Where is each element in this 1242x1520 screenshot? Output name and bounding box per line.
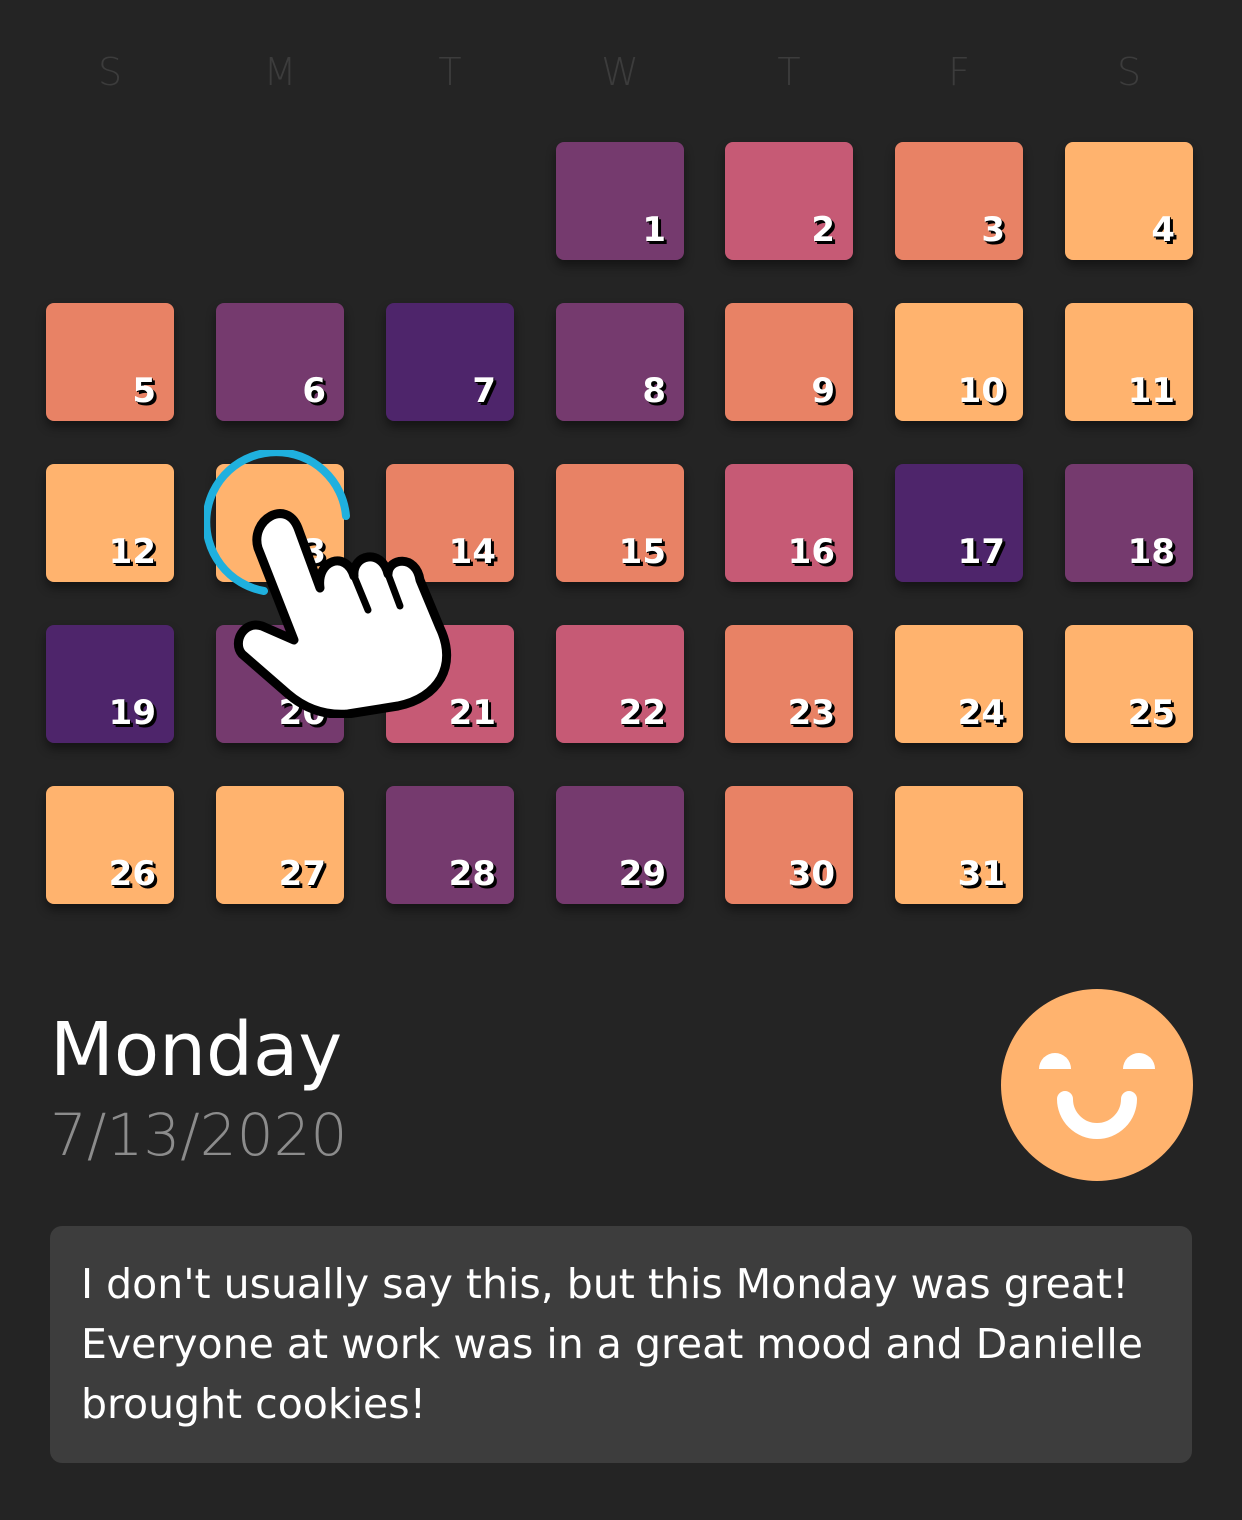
calendar-day[interactable]: 1 [556,142,684,260]
calendar-day-number: 23 [787,693,835,733]
calendar-day[interactable]: 8 [556,303,684,421]
calendar-day[interactable]: 25 [1065,625,1193,743]
calendar-day[interactable]: 29 [556,786,684,904]
calendar-day-number: 1 [642,210,666,250]
calendar-day-number: 7 [472,371,496,411]
calendar-day-number: 11 [1127,371,1175,411]
weekday-label: T [438,50,462,94]
weekday-label: S [1116,50,1142,94]
calendar-day-number: 15 [618,532,666,572]
calendar-day-selected[interactable]: 13 [216,464,344,582]
calendar-day[interactable]: 4 [1065,142,1193,260]
calendar-day-number: 17 [957,532,1005,572]
calendar-day-number: 31 [957,854,1005,894]
calendar-day-number: 12 [108,532,156,572]
weekday-label: S [97,50,123,94]
calendar-day-number: 9 [811,371,835,411]
smiling-face-icon[interactable] [1001,989,1193,1181]
calendar-day[interactable]: 10 [895,303,1023,421]
calendar-day-number: 6 [302,371,326,411]
weekday-label: T [777,50,801,94]
weekday-label: F [948,50,970,94]
calendar-day-number: 10 [957,371,1005,411]
calendar-day[interactable]: 31 [895,786,1023,904]
calendar-day[interactable]: 9 [725,303,853,421]
calendar-day[interactable]: 21 [386,625,514,743]
calendar-day[interactable]: 16 [725,464,853,582]
selected-day-weekday: Monday [50,1007,343,1093]
note-card[interactable]: I don't usually say this, but this Monda… [50,1226,1192,1463]
calendar-day[interactable]: 20 [216,625,344,743]
calendar-day-number: 20 [278,693,326,733]
calendar-day[interactable]: 12 [46,464,174,582]
calendar-day-number: 21 [448,693,496,733]
calendar-day[interactable]: 24 [895,625,1023,743]
calendar-day-number: 25 [1127,693,1175,733]
calendar-day[interactable]: 11 [1065,303,1193,421]
calendar-day[interactable]: 6 [216,303,344,421]
calendar-day-number: 18 [1127,532,1175,572]
calendar-day[interactable]: 28 [386,786,514,904]
calendar-day[interactable]: 23 [725,625,853,743]
weekday-header: S M T W T F S [0,40,1242,104]
selected-day-date: 7/13/2020 [50,1101,348,1169]
calendar-day[interactable]: 27 [216,786,344,904]
calendar-day[interactable]: 19 [46,625,174,743]
mood-calendar-screen: S M T W T F S 1 2 3 4 5 6 7 8 9 10 11 12 13 14 15 16 17 1… [0,0,1242,1520]
calendar-day[interactable]: 3 [895,142,1023,260]
calendar-day-number: 14 [448,532,496,572]
calendar-day-number: 19 [108,693,156,733]
calendar-day[interactable]: 2 [725,142,853,260]
calendar-day-number: 28 [448,854,496,894]
calendar-day[interactable]: 15 [556,464,684,582]
calendar-day[interactable]: 26 [46,786,174,904]
weekday-label: W [601,50,639,94]
calendar-day[interactable]: 14 [386,464,514,582]
calendar-day-number: 16 [787,532,835,572]
note-text: I don't usually say this, but this Monda… [81,1260,1144,1428]
calendar-day[interactable]: 5 [46,303,174,421]
calendar-day[interactable]: 18 [1065,464,1193,582]
calendar-day-number: 13 [278,532,326,572]
calendar-day[interactable]: 7 [386,303,514,421]
calendar-day[interactable]: 17 [895,464,1023,582]
calendar-day-number: 24 [957,693,1005,733]
calendar-day[interactable]: 30 [725,786,853,904]
calendar-day-number: 2 [811,210,835,250]
calendar-day[interactable]: 22 [556,625,684,743]
calendar-day-number: 8 [642,371,666,411]
weekday-label: M [263,50,297,94]
calendar-day-number: 26 [108,854,156,894]
calendar-day-number: 27 [278,854,326,894]
calendar-day-number: 3 [981,210,1005,250]
calendar-day-number: 30 [787,854,835,894]
calendar-day-number: 4 [1151,210,1175,250]
calendar-day-number: 29 [618,854,666,894]
calendar-day-number: 22 [618,693,666,733]
calendar-day-number: 5 [132,371,156,411]
